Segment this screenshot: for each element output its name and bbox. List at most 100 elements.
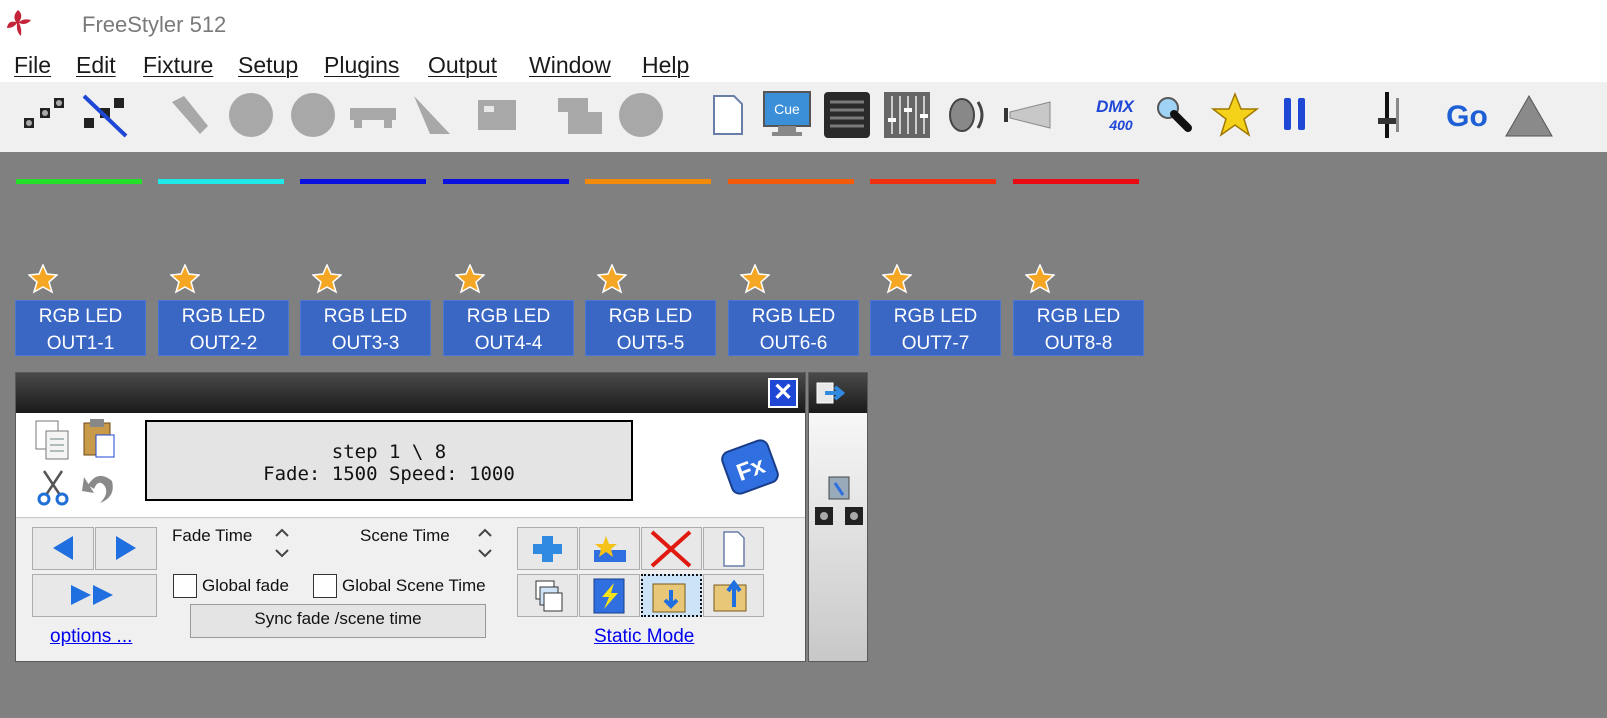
options-link[interactable]: options ... (50, 626, 132, 648)
fixture-button-out6[interactable]: RGB LED OUT6-6 (728, 300, 859, 356)
moving-head-icon (229, 93, 273, 137)
group-button[interactable] (554, 88, 608, 142)
warning-triangle-icon (1505, 94, 1553, 137)
fade-time-label: Fade Time (172, 526, 253, 545)
static-mode-link[interactable]: Static Mode (594, 626, 694, 648)
title-bar: FreeStyler 512 (0, 0, 1607, 48)
arrow-right-icon (116, 536, 136, 560)
dimmer-pack-icon (478, 100, 516, 130)
cue-icon-label: Cue (774, 101, 800, 117)
smoke-button[interactable] (614, 88, 668, 142)
sequencer-panel: ✕ step 1 \ 8 Fade: 1500 Speed: 1000 Fx F… (15, 372, 806, 662)
close-button[interactable]: ✕ (768, 378, 798, 408)
bar-button[interactable] (346, 88, 400, 142)
paste-icon[interactable] (80, 417, 118, 459)
fixture-star-icon (170, 264, 200, 294)
save-sequence-button[interactable] (703, 574, 764, 617)
fixture-type: RGB LED (893, 306, 978, 327)
delete-step-button[interactable] (641, 527, 702, 570)
menu-window[interactable]: Window (529, 52, 611, 79)
fx-button-icon[interactable]: Fx (716, 433, 784, 501)
favorites-button[interactable] (1208, 88, 1262, 142)
panel-header: ✕ (16, 373, 805, 413)
fader-panel-icon (884, 92, 930, 138)
select-fixtures-button[interactable] (18, 88, 72, 142)
menu-help[interactable]: Help (642, 52, 689, 79)
flash-sequence-button[interactable] (579, 574, 640, 617)
fixture-star-icon (882, 264, 912, 294)
fixture-address: OUT8-8 (1044, 333, 1113, 354)
fade-speed-text: Fade: 1500 Speed: 1000 (263, 463, 515, 485)
new-sequence-button[interactable] (703, 527, 764, 570)
global-fade-checkbox[interactable] (173, 574, 197, 598)
previous-step-button[interactable] (32, 527, 94, 570)
scene-time-spinner[interactable] (471, 520, 499, 568)
pause-button[interactable] (1268, 88, 1322, 142)
menu-edit[interactable]: Edit (76, 52, 116, 79)
par-can-icon (291, 93, 335, 137)
undo-icon[interactable] (80, 465, 118, 507)
fixture-button-out3[interactable]: RGB LED OUT3-3 (300, 300, 431, 356)
new-show-button[interactable] (700, 88, 754, 142)
menu-file[interactable]: File (14, 52, 51, 79)
fade-time-spinner[interactable] (268, 520, 296, 568)
master-fader-button[interactable] (1360, 88, 1414, 142)
beam-button[interactable] (404, 88, 458, 142)
add-step-button[interactable] (517, 527, 578, 570)
cut-icon[interactable] (34, 465, 72, 507)
fixture-button-out2[interactable]: RGB LED OUT2-2 (158, 300, 289, 356)
insert-step-button[interactable] (579, 527, 640, 570)
search-fixture-button[interactable] (1148, 88, 1202, 142)
scene-time-label: Scene Time (360, 526, 450, 545)
scanner-button[interactable] (164, 88, 218, 142)
sync-fade-scene-button[interactable]: Sync fade /scene time (190, 604, 486, 638)
copy-icon[interactable] (34, 419, 72, 461)
fixture-star-icon (312, 264, 342, 294)
fixture-type: RGB LED (181, 306, 266, 327)
go-button[interactable]: Go (1440, 88, 1494, 142)
par-button[interactable] (286, 88, 340, 142)
keyboard-button[interactable] (820, 88, 874, 142)
fixture-type: RGB LED (1036, 306, 1121, 327)
spotlight-beam-icon (1004, 101, 1051, 129)
fixture-type: RGB LED (323, 306, 408, 327)
next-step-button[interactable] (95, 527, 157, 570)
star-icon (1210, 91, 1260, 137)
fixture-button-out5[interactable]: RGB LED OUT5-5 (585, 300, 716, 356)
deselect-fixtures-button[interactable] (78, 88, 132, 142)
scanner-icon (172, 96, 208, 134)
blackout-button[interactable] (1502, 88, 1556, 142)
dmx400-button[interactable]: DMX 400 (1086, 88, 1140, 142)
cue-button[interactable]: Cue (760, 88, 814, 142)
plus-icon (533, 536, 562, 562)
menu-fixture[interactable]: Fixture (143, 52, 213, 79)
menu-plugins[interactable]: Plugins (324, 52, 399, 79)
load-sequence-button[interactable] (641, 574, 702, 617)
speaker-icon (949, 98, 984, 132)
copy-sequence-button[interactable] (517, 574, 578, 617)
fixture-color-line (300, 179, 426, 184)
panel-controls: Fade Time Scene Time Global fade Global … (16, 517, 805, 663)
go-icon: Go (1446, 100, 1488, 133)
menu-setup[interactable]: Setup (238, 52, 298, 79)
spotlight-button[interactable] (1000, 88, 1054, 142)
fixture-button-out8[interactable]: RGB LED OUT8-8 (1013, 300, 1144, 356)
fixture-color-line (1013, 179, 1139, 184)
moving-heads-icon[interactable] (813, 473, 865, 533)
fixture-button-out7[interactable]: RGB LED OUT7-7 (870, 300, 1001, 356)
fixture-color-line (158, 179, 284, 184)
moving-head-button[interactable] (224, 88, 278, 142)
fast-forward-button[interactable] (32, 574, 157, 617)
global-scene-time-checkbox[interactable] (313, 574, 337, 598)
menu-output[interactable]: Output (428, 52, 497, 79)
export-arrow-icon[interactable] (815, 379, 845, 407)
faders-button[interactable] (880, 88, 934, 142)
fixture-button-out1[interactable]: RGB LED OUT1-1 (15, 300, 146, 356)
sound-button[interactable] (940, 88, 994, 142)
beam-icon (414, 96, 450, 134)
spinner-arrows-icon (275, 528, 289, 558)
dmx-icon-number: 400 (1108, 117, 1133, 133)
fixture-button-out4[interactable]: RGB LED OUT4-4 (443, 300, 574, 356)
dimmer-pack-button[interactable] (470, 88, 524, 142)
pause-icon (1284, 98, 1305, 130)
